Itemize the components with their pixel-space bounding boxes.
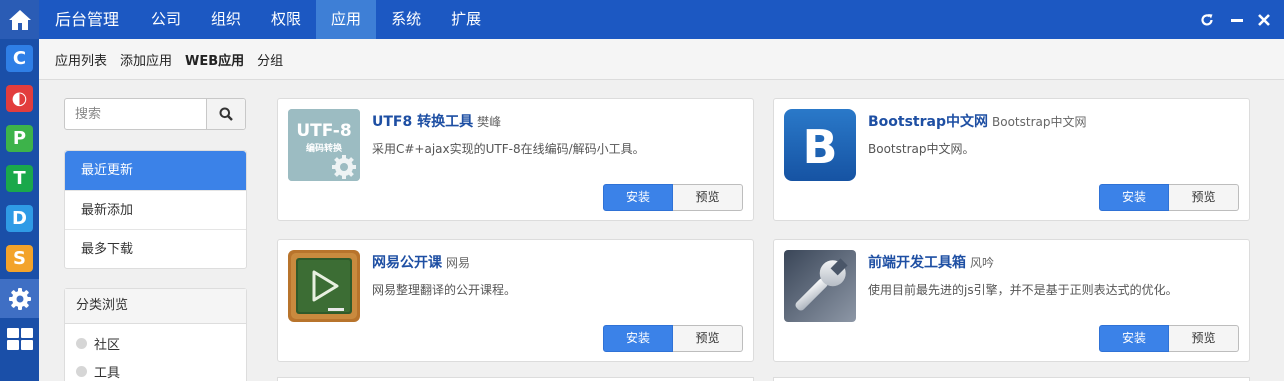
nav-applications[interactable]: 应用 [316, 0, 377, 39]
gear-icon [8, 287, 31, 310]
sort-filter-list: 最近更新 最新添加 最多下载 [64, 150, 247, 269]
app-card: B Bootstrap中文网 Bootstrap中文网 Bootstrap中文网。… [773, 98, 1250, 221]
dock-app-o[interactable]: ◐ [6, 85, 33, 112]
nav-extensions[interactable]: 扩展 [436, 0, 496, 39]
nav-system[interactable]: 系统 [376, 0, 436, 39]
search-input[interactable] [65, 99, 207, 129]
wrench-icon [784, 250, 856, 322]
main-nav: 公司 组织 权限 应用 系统 扩展 [136, 0, 496, 39]
minimize-button[interactable] [1225, 0, 1249, 39]
install-button[interactable]: 安装 [1099, 325, 1169, 352]
dock-app-d[interactable]: D [6, 205, 33, 232]
app-card: UTF-8 编码转换 UTF8 转换工具 樊峰 采用C#+ajax实现的UTF-8… [277, 98, 754, 221]
chalkboard-play-icon [288, 250, 360, 322]
utf8-converter-icon: UTF-8 编码转换 [288, 109, 360, 181]
refresh-button[interactable] [1195, 0, 1219, 39]
dock-app-p[interactable]: P [6, 125, 33, 152]
refresh-icon [1201, 13, 1213, 26]
home-icon [8, 9, 31, 30]
search-button[interactable] [206, 99, 245, 129]
dock-app-s[interactable]: S [6, 245, 33, 272]
grid-icon [6, 327, 33, 350]
svg-text:B: B [802, 120, 837, 174]
main-content: 最近更新 最新添加 最多下载 分类浏览 社区 工具 UTF-8 编码转换 [39, 80, 1284, 381]
app-brand: 后台管理 [55, 10, 120, 29]
category-item-community[interactable]: 社区 [65, 329, 246, 357]
subnav-add-app[interactable]: 添加应用 [120, 50, 172, 69]
app-card-partial [773, 377, 1250, 381]
preview-button[interactable]: 预览 [673, 325, 743, 352]
bootstrap-icon: B [784, 109, 856, 181]
nav-organization[interactable]: 组织 [196, 0, 256, 39]
dock-app-t[interactable]: T [6, 165, 33, 192]
svg-text:UTF-8: UTF-8 [296, 121, 351, 141]
svg-text:编码转换: 编码转换 [306, 142, 343, 154]
app-name[interactable]: UTF8 转换工具 [372, 114, 473, 130]
subnav-web-apps[interactable]: WEB应用 [185, 50, 244, 69]
search-icon [219, 107, 233, 121]
filter-recently-updated[interactable]: 最近更新 [65, 151, 246, 190]
install-button[interactable]: 安装 [1099, 184, 1169, 211]
preview-button[interactable]: 预览 [1169, 184, 1239, 211]
install-button[interactable]: 安装 [603, 325, 673, 352]
app-description: Bootstrap中文网。 [868, 142, 975, 156]
top-navigation-bar: 后台管理 公司 组织 权限 应用 系统 扩展 [39, 0, 1284, 39]
app-card: 网易公开课 网易 网易整理翻译的公开课程。 安装 预览 [277, 239, 754, 362]
nav-permissions[interactable]: 权限 [256, 0, 316, 39]
category-panel: 分类浏览 社区 工具 [64, 288, 247, 381]
radio-dot-icon [76, 337, 87, 349]
app-dock: C ◐ P T D S [0, 0, 39, 381]
nav-company[interactable]: 公司 [136, 0, 196, 39]
settings-button[interactable] [0, 279, 39, 318]
all-apps-button[interactable] [0, 319, 39, 358]
filter-newest[interactable]: 最新添加 [65, 190, 246, 229]
home-button[interactable] [0, 0, 39, 39]
subnav-app-list[interactable]: 应用列表 [55, 50, 107, 69]
category-title: 分类浏览 [65, 289, 246, 324]
sub-toolbar: 应用列表 添加应用 WEB应用 分组 [39, 39, 1284, 80]
app-author: Bootstrap中文网 [992, 115, 1087, 129]
app-card: 前端开发工具箱 风吟 使用目前最先进的js引擎，并不是基于正则表达式的优化。 安装… [773, 239, 1250, 362]
category-item-tools[interactable]: 工具 [65, 357, 246, 381]
subnav-groups[interactable]: 分组 [257, 50, 283, 69]
app-author: 网易 [446, 256, 471, 270]
close-button[interactable] [1252, 0, 1276, 39]
radio-dot-icon [76, 365, 87, 377]
app-author: 樊峰 [477, 115, 502, 129]
minimize-icon [1231, 18, 1243, 22]
close-icon [1258, 13, 1270, 26]
app-description: 网易整理翻译的公开课程。 [372, 283, 517, 297]
app-name[interactable]: Bootstrap中文网 [868, 114, 988, 130]
filter-most-downloaded[interactable]: 最多下载 [65, 229, 246, 268]
dock-app-c[interactable]: C [6, 45, 33, 72]
app-author: 风吟 [970, 256, 995, 270]
preview-button[interactable]: 预览 [673, 184, 743, 211]
app-name[interactable]: 网易公开课 [372, 255, 442, 271]
app-card-partial [277, 377, 754, 381]
app-description: 使用目前最先进的js引擎，并不是基于正则表达式的优化。 [868, 283, 1178, 297]
app-description: 采用C#+ajax实现的UTF-8在线编码/解码小工具。 [372, 142, 645, 156]
search-box [64, 98, 246, 130]
install-button[interactable]: 安装 [603, 184, 673, 211]
app-name[interactable]: 前端开发工具箱 [868, 255, 966, 271]
preview-button[interactable]: 预览 [1169, 325, 1239, 352]
